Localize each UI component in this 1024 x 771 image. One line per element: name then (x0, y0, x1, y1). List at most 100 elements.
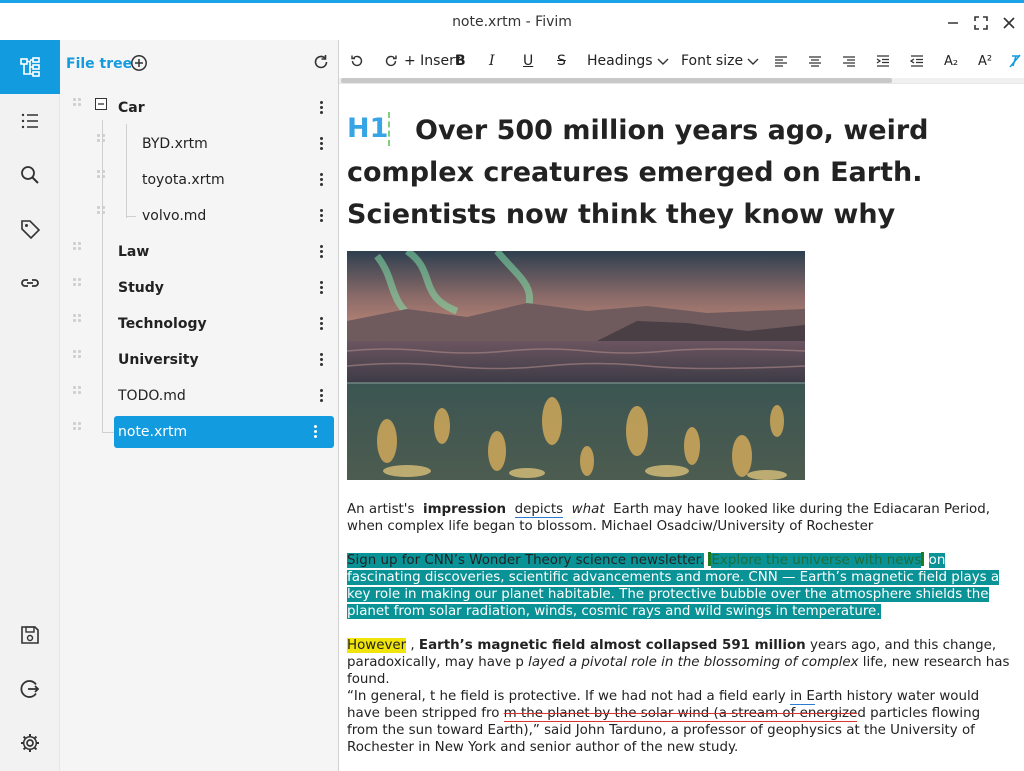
align-center-button[interactable] (807, 48, 823, 74)
tree-item-label: University (118, 352, 199, 368)
tree-item-toyota[interactable]: toyota.xrtm (60, 164, 338, 196)
align-center-icon (809, 56, 821, 67)
yellow-highlight: However (347, 638, 407, 653)
redo-button[interactable] (383, 48, 399, 74)
align-left-button[interactable] (773, 48, 789, 74)
more-vert-icon[interactable] (320, 353, 324, 367)
subscript-button[interactable]: A₂ (944, 48, 958, 74)
highlighted-text: Sign up for CNN’s Wonder Theory science … (347, 553, 705, 568)
drag-handle-icon[interactable] (73, 98, 83, 110)
rail-links-button[interactable] (0, 256, 60, 310)
close-icon (1003, 17, 1015, 29)
file-tree-title: File tree (66, 56, 133, 72)
add-circle-icon[interactable] (130, 54, 148, 72)
save-icon (21, 626, 39, 644)
indent-button[interactable] (875, 48, 891, 74)
superscript-button[interactable]: A² (978, 48, 992, 74)
refresh-icon[interactable] (312, 53, 330, 71)
font-size-dropdown[interactable]: Font size (681, 48, 759, 74)
more-vert-icon[interactable] (320, 101, 324, 115)
plain-text: “In general, t he field is protective. I… (347, 689, 786, 704)
rail-logout-button[interactable] (0, 662, 60, 716)
more-vert-icon[interactable] (320, 245, 324, 259)
clear-format-icon (1009, 54, 1021, 68)
drag-handle-icon[interactable] (97, 134, 107, 146)
more-vert-icon[interactable] (320, 173, 324, 187)
more-vert-icon[interactable] (320, 281, 324, 295)
drag-handle-icon[interactable] (97, 206, 107, 218)
more-vert-icon[interactable] (320, 317, 324, 331)
settings-gear-icon (21, 734, 39, 752)
document-heading[interactable]: Over 500 million years ago, weird comple… (347, 110, 1015, 236)
drag-handle-icon[interactable] (97, 170, 107, 182)
more-vert-icon[interactable] (320, 209, 324, 223)
rail-file-tree-button[interactable] (0, 40, 60, 94)
more-vert-icon[interactable] (314, 425, 318, 439)
tree-item-study[interactable]: Study (60, 272, 338, 304)
drag-handle-icon[interactable] (73, 350, 83, 362)
drag-handle-icon[interactable] (73, 242, 83, 254)
tree-item-university[interactable]: University (60, 344, 338, 376)
drag-handle-icon[interactable] (73, 314, 83, 326)
more-vert-icon[interactable] (320, 137, 324, 151)
rail-tags-button[interactable] (0, 202, 60, 256)
rail-search-button[interactable] (0, 148, 60, 202)
drag-handle-icon[interactable] (73, 386, 83, 398)
chevron-down-icon (747, 58, 759, 65)
rail-outline-button[interactable] (0, 94, 60, 148)
file-tree-header: File tree (60, 40, 338, 88)
headings-label: Headings (587, 53, 653, 69)
tree-item-note[interactable]: note.xrtm (60, 416, 338, 448)
file-tree-panel: File tree Car BYD.xrtm toyota.xrtm volvo… (60, 40, 338, 771)
align-right-button[interactable] (841, 48, 857, 74)
strikethrough-button[interactable]: S (557, 48, 566, 74)
underline-button[interactable]: U (523, 48, 533, 74)
plain-text: , (410, 638, 415, 653)
more-vert-icon[interactable] (320, 389, 324, 403)
outdent-button[interactable] (909, 48, 925, 74)
selected-highlight[interactable]: note.xrtm (114, 416, 334, 448)
maximize-button[interactable] (970, 12, 992, 34)
bold-button[interactable]: B (455, 48, 466, 74)
left-rail (0, 40, 60, 771)
image-caption[interactable]: An artist's impression depicts what Eart… (347, 501, 1011, 535)
tree-item-label: Law (118, 244, 150, 260)
title-bar: note.xrtm - Fivim (0, 6, 1024, 40)
outline-list-icon (21, 113, 38, 129)
caption-text: An artist's (347, 502, 415, 517)
tree-item-todo[interactable]: TODO.md (60, 380, 338, 412)
drag-handle-icon[interactable] (73, 422, 83, 434)
tree-item-byd[interactable]: BYD.xrtm (60, 128, 338, 160)
insert-button[interactable]: + Insert (404, 48, 460, 74)
logout-icon (20, 680, 40, 698)
tree-item-label: volvo.md (142, 208, 207, 224)
italic-button[interactable]: I (489, 48, 495, 74)
clear-format-button[interactable] (1007, 48, 1023, 74)
paragraph-newsletter[interactable]: Sign up for CNN’s Wonder Theory science … (347, 552, 1011, 620)
app-window: note.xrtm - Fivim File tree Car BYD.xrtm… (0, 0, 1024, 771)
caption-bold: impression (423, 502, 507, 517)
tree-item-label: Technology (118, 316, 207, 332)
undo-button[interactable] (349, 48, 365, 74)
font-size-label: Font size (681, 53, 744, 69)
tree-item-law[interactable]: Law (60, 236, 338, 268)
drag-handle-icon[interactable] (73, 278, 83, 290)
collapse-icon[interactable] (95, 98, 107, 110)
undo-icon (351, 55, 363, 67)
tree-item-car[interactable]: Car (60, 92, 338, 124)
indent-icon (876, 55, 889, 67)
headings-dropdown[interactable]: Headings (587, 48, 669, 74)
highlighted-link-text: Explore the universe with news (711, 553, 922, 568)
close-button[interactable] (998, 12, 1020, 34)
rail-save-button[interactable] (0, 608, 60, 662)
minimize-button[interactable] (942, 12, 964, 34)
chevron-down-icon (657, 58, 669, 65)
align-left-icon (775, 56, 787, 67)
toolbar-scrollbar[interactable] (341, 78, 892, 83)
link-icon (21, 279, 39, 287)
paragraph-magnetic-field[interactable]: However , Earth’s magnetic field almost … (347, 637, 1011, 688)
tree-item-volvo[interactable]: volvo.md (60, 200, 338, 232)
paragraph-quote[interactable]: “In general, t he field is protective. I… (347, 688, 1011, 756)
rail-settings-button[interactable] (0, 716, 60, 770)
tree-item-technology[interactable]: Technology (60, 308, 338, 340)
